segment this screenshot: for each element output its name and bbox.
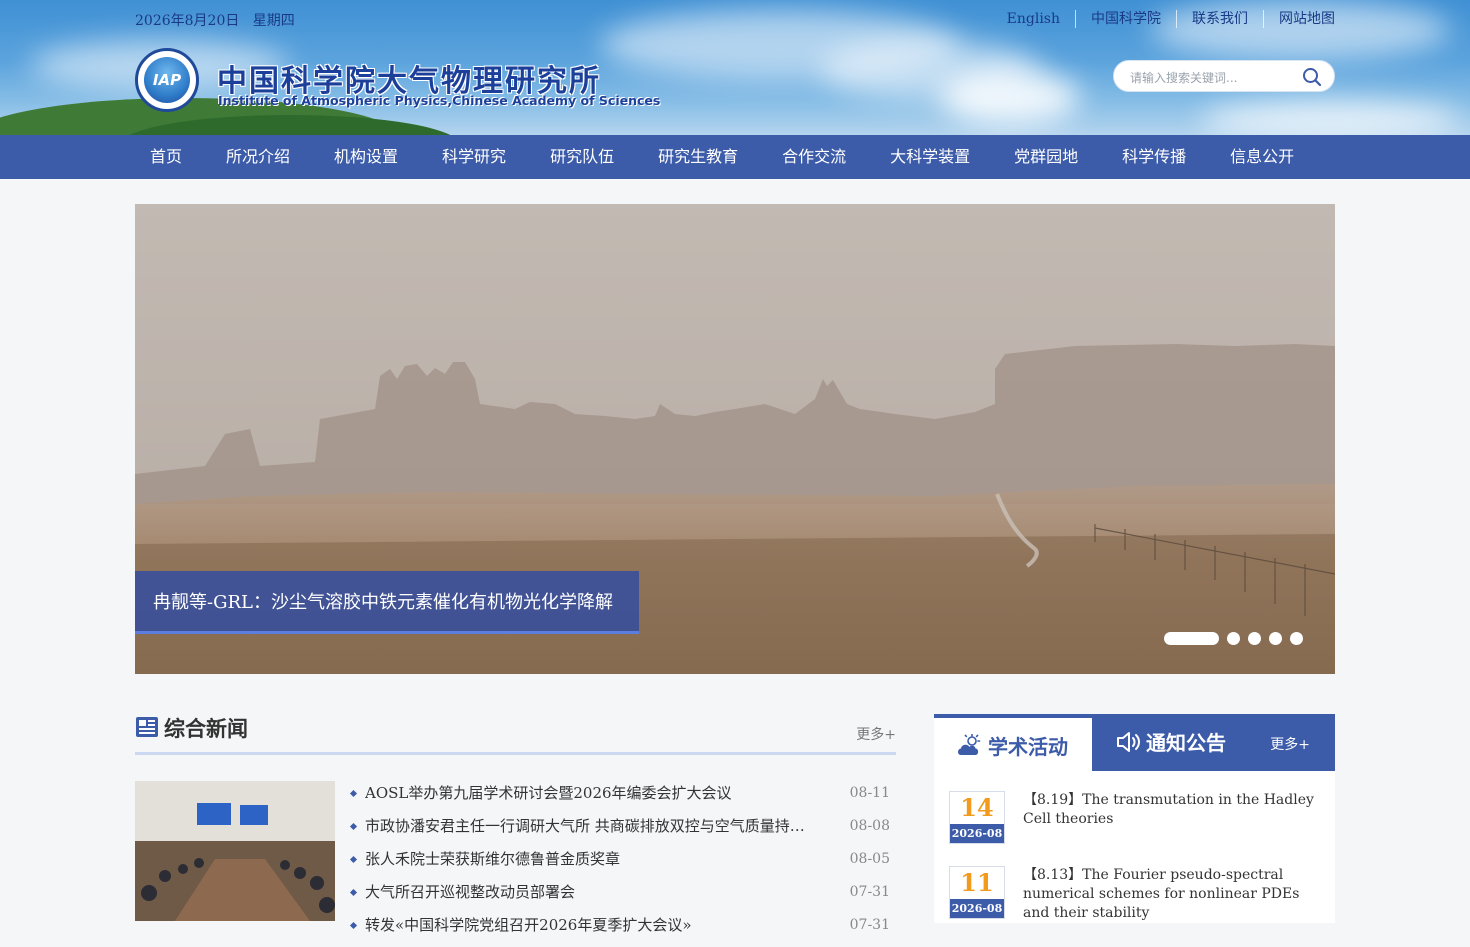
top-links: English 中国科学院 联系我们 网站地图	[992, 10, 1335, 28]
link-english[interactable]: English	[992, 10, 1075, 28]
activity-year-month: 2026-08	[950, 824, 1004, 843]
nav-about[interactable]: 所况介绍	[204, 135, 312, 179]
speaker-icon[interactable]	[1116, 730, 1142, 754]
news-list: AOSL举办第九届学术研讨会暨2026年编委会扩大会议 08-11 市政协潘安君主…	[349, 782, 896, 947]
link-contact[interactable]: 联系我们	[1176, 10, 1263, 28]
carousel-dot-1[interactable]	[1164, 632, 1219, 645]
site-header: 2026年8月20日 星期四 English 中国科学院 联系我们 网站地图 I…	[0, 0, 1470, 135]
carousel-dot-2[interactable]	[1227, 632, 1240, 645]
activity-item[interactable]: 11 2026-08 【8.13】The Fourier pseudo-spec…	[949, 866, 1319, 923]
news-title: 综合新闻	[164, 716, 248, 741]
tab-notices[interactable]: 通知公告	[1146, 727, 1226, 756]
news-item-title: 张人禾院士荣获斯维尔德鲁普金质奖章	[365, 850, 621, 868]
site-title-en: Institute of Atmospheric Physics,Chinese…	[218, 93, 661, 108]
news-item[interactable]: 市政协潘安君主任一行调研大气所 共商碳排放双控与空气质量持续改善 08-08	[349, 815, 896, 848]
newspaper-icon	[136, 717, 158, 737]
news-section: 综合新闻 更多+ AOSL举办第九届学术研讨会暨2026年编委会扩大会议 08-1…	[135, 712, 896, 934]
activity-date: 14 2026-08	[949, 791, 1005, 844]
nav-graduate-education[interactable]: 研究生教育	[636, 135, 760, 179]
slide-caption[interactable]: 冉靓等-GRL：沙尘气溶胶中铁元素催化有机物光化学降解	[135, 571, 639, 634]
news-item-date: 08-11	[849, 785, 890, 801]
activity-day: 11	[960, 868, 994, 897]
news-item[interactable]: 大气所召开巡视整改动员部署会 07-31	[349, 881, 896, 914]
tab-academic-label: 学术活动	[988, 735, 1068, 759]
news-item[interactable]: 转发«中国科学院党组召开2026年夏季扩大会议» 07-31	[349, 914, 896, 947]
carousel-dots	[1164, 632, 1303, 645]
activity-year-month: 2026-08	[950, 899, 1004, 918]
nav-cooperation[interactable]: 合作交流	[760, 135, 868, 179]
news-item-date: 08-08	[849, 818, 890, 834]
nav-party[interactable]: 党群园地	[992, 135, 1100, 179]
carousel-dot-5[interactable]	[1290, 632, 1303, 645]
news-item-title: 市政协潘安君主任一行调研大气所 共商碳排放双控与空气质量持续改善	[365, 817, 810, 835]
hero-carousel[interactable]: 冉靓等-GRL：沙尘气溶胶中铁元素催化有机物光化学降解	[135, 204, 1335, 674]
weekday: 星期四	[252, 13, 295, 29]
meeting-photo	[135, 781, 335, 921]
nav-team[interactable]: 研究队伍	[528, 135, 636, 179]
activity-title: 【8.13】The Fourier pseudo-spectral numeri…	[1023, 867, 1300, 921]
current-date: 2026年8月20日 星期四	[135, 13, 295, 29]
news-header: 综合新闻 更多+	[135, 712, 896, 755]
nav-home[interactable]: 首页	[135, 135, 204, 179]
carousel-dot-3[interactable]	[1248, 632, 1261, 645]
link-sitemap[interactable]: 网站地图	[1263, 10, 1335, 28]
carousel-dot-4[interactable]	[1269, 632, 1282, 645]
link-cas[interactable]: 中国科学院	[1075, 10, 1176, 28]
news-item-title: AOSL举办第九届学术研讨会暨2026年编委会扩大会议	[365, 784, 732, 802]
iap-logo[interactable]: IAP	[135, 48, 199, 112]
activity-title: 【8.19】The transmutation in the Hadley Ce…	[1023, 792, 1314, 827]
search-icon[interactable]	[1302, 67, 1322, 87]
activities-panel: 学术活动 通知公告 更多+ 14 2026-08 【8.19】The trans…	[934, 714, 1335, 923]
news-item[interactable]: AOSL举办第九届学术研讨会暨2026年编委会扩大会议 08-11	[349, 782, 896, 815]
main-nav: 首页 所况介绍 机构设置 科学研究 研究队伍 研究生教育 合作交流 大科学装置 …	[0, 135, 1470, 179]
nav-organization[interactable]: 机构设置	[312, 135, 420, 179]
search-input[interactable]	[1128, 68, 1302, 88]
nav-disclosure[interactable]: 信息公开	[1208, 135, 1316, 179]
news-photo[interactable]	[135, 781, 335, 921]
news-item[interactable]: 张人禾院士荣获斯维尔德鲁普金质奖章 08-05	[349, 848, 896, 881]
nav-facilities[interactable]: 大科学装置	[868, 135, 992, 179]
nav-research[interactable]: 科学研究	[420, 135, 528, 179]
logo-text: IAP	[144, 57, 190, 103]
activity-date: 11 2026-08	[949, 866, 1005, 919]
news-item-title: 转发«中国科学院党组召开2026年夏季扩大会议»	[365, 916, 692, 934]
activity-item[interactable]: 14 2026-08 【8.19】The transmutation in th…	[949, 791, 1319, 851]
cloud-sun-icon	[958, 734, 981, 755]
activities-tabs: 学术活动 通知公告 更多+	[934, 714, 1335, 771]
activity-day: 14	[960, 793, 994, 822]
news-item-date: 08-05	[849, 851, 890, 867]
search-box	[1113, 60, 1335, 92]
activities-more-link[interactable]: 更多+	[1270, 734, 1310, 754]
news-item-title: 大气所召开巡视整改动员部署会	[365, 883, 576, 901]
tab-academic-activities[interactable]: 学术活动	[934, 718, 1092, 771]
news-more-link[interactable]: 更多+	[856, 724, 896, 744]
news-item-date: 07-31	[849, 884, 890, 900]
nav-outreach[interactable]: 科学传播	[1100, 135, 1208, 179]
news-item-date: 07-31	[849, 917, 890, 933]
